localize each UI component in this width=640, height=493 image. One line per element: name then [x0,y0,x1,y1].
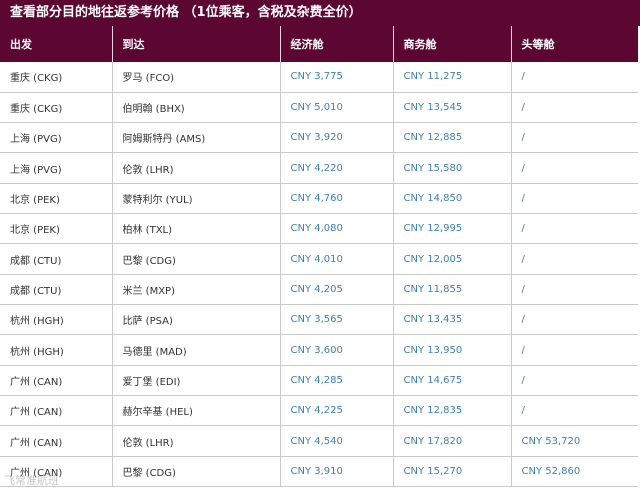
cell-origin: 上海 (PVG) [0,152,113,184]
cell-first: / [511,274,638,306]
cell-business: CNY 14,675 [393,365,512,397]
cell-first: / [511,122,638,154]
cell-origin: 上海 (PVG) [0,122,113,154]
cell-origin: 广州 (CAN) [0,395,113,427]
table-row: 广州 (CAN) 巴黎 (CDG) CNY 3,910 CNY 15,270 CNY 5… [0,456,638,488]
column-header-origin: 出发 [0,26,113,62]
cell-economy: CNY 3,775 [280,62,394,93]
cell-first: / [511,92,638,124]
cell-origin: 重庆 (CKG) [0,62,113,93]
cell-destination: 罗马 (FCO) [112,62,281,93]
cell-business: CNY 13,435 [393,304,512,336]
cell-economy: CNY 3,920 [280,122,394,154]
cell-destination: 伦敦 (LHR) [112,425,281,457]
cell-first: / [511,395,638,427]
cell-first: / [511,152,638,184]
cell-economy: CNY 4,285 [280,365,394,397]
cell-business: CNY 13,950 [393,334,512,366]
cell-first: / [511,62,638,93]
table-row: 北京 (PEK) 蒙特利尔 (YUL) CNY 4,760 CNY 14,850/ [0,183,638,215]
cell-destination: 巴黎 (CDG) [112,456,281,488]
table-header-row: 出发 到达 经济舱 商务舱 头等舱 [0,26,638,62]
cell-business: CNY 12,995 [393,213,512,245]
cell-origin: 广州 (CAN) [0,425,113,457]
cell-first: / [511,213,638,245]
cell-origin: 杭州 (HGH) [0,304,113,336]
page-title: 查看部分目的地往返参考价格 （1位乘客，含税及杂费全价） [0,0,640,26]
cell-business: CNY 12,885 [393,122,512,154]
cell-economy: CNY 4,220 [280,152,394,184]
cell-first: / [511,365,638,397]
table-row: 成都 (CTU) 巴黎 (CDG) CNY 4,010 CNY 12,005/ [0,243,638,275]
cell-economy: CNY 4,010 [280,243,394,275]
table-row: 广州 (CAN) 赫尔辛基 (HEL) CNY 4,225 CNY 12,835/ [0,395,638,427]
cell-business: CNY 12,835 [393,395,512,427]
cell-destination: 伦敦 (LHR) [112,152,281,184]
cell-business: CNY 15,580 [393,152,512,184]
cell-origin: 杭州 (HGH) [0,334,113,366]
cell-destination: 巴黎 (CDG) [112,243,281,275]
cell-business: CNY 17,820 [393,425,512,457]
cell-destination: 阿姆斯特丹 (AMS) [112,122,281,154]
cell-business: CNY 13,545 [393,92,512,124]
table-row: 上海 (PVG) 伦敦 (LHR) CNY 4,220 CNY 15,580/ [0,152,638,184]
cell-origin: 北京 (PEK) [0,213,113,245]
cell-economy: CNY 3,565 [280,304,394,336]
cell-economy: CNY 3,600 [280,334,394,366]
table-row: 上海 (PVG) 阿姆斯特丹 (AMS) CNY 3,920 CNY 12,885/ [0,122,638,154]
cell-destination: 伯明翰 (BHX) [112,92,281,124]
table-row: 广州 (CAN) 爱丁堡 (EDI) CNY 4,285 CNY 14,675/ [0,365,638,397]
cell-destination: 柏林 (TXL) [112,213,281,245]
cell-destination: 比萨 (PSA) [112,304,281,336]
column-header-first: 头等舱 [511,26,638,62]
cell-first: / [511,183,638,215]
cell-destination: 马德里 (MAD) [112,334,281,366]
cell-business: CNY 14,850 [393,183,512,215]
cell-first: CNY 52,860 [511,456,638,488]
watermark: 飞常准航班 [4,474,59,487]
table-row: 杭州 (HGH) 马德里 (MAD) CNY 3,600 CNY 13,950/ [0,334,638,366]
table-row: 广州 (CAN) 伦敦 (LHR) CNY 4,540 CNY 17,820 CNY 5… [0,425,638,457]
cell-economy: CNY 4,205 [280,274,394,306]
cell-business: CNY 11,275 [393,62,512,93]
cell-business: CNY 15,270 [393,456,512,488]
cell-destination: 赫尔辛基 (HEL) [112,395,281,427]
cell-first: / [511,304,638,336]
table-row: 重庆 (CKG) 罗马 (FCO) CNY 3,775 CNY 11,275/ [0,62,638,93]
cell-economy: CNY 4,080 [280,213,394,245]
cell-economy: CNY 5,010 [280,92,394,124]
cell-origin: 重庆 (CKG) [0,92,113,124]
cell-business: CNY 11,855 [393,274,512,306]
table-row: 成都 (CTU) 米兰 (MXP) CNY 4,205 CNY 11,855/ [0,274,638,306]
cell-economy: CNY 3,910 [280,456,394,488]
fare-table: 出发 到达 经济舱 商务舱 头等舱 重庆 (CKG) 罗马 (FCO) CNY 3,… [0,26,638,488]
cell-first: / [511,334,638,366]
column-header-business: 商务舱 [393,26,512,62]
cell-origin: 北京 (PEK) [0,183,113,215]
column-header-destination: 到达 [112,26,281,62]
cell-destination: 爱丁堡 (EDI) [112,365,281,397]
cell-business: CNY 12,005 [393,243,512,275]
cell-economy: CNY 4,540 [280,425,394,457]
column-header-economy: 经济舱 [280,26,394,62]
cell-origin: 广州 (CAN) [0,365,113,397]
table-row: 杭州 (HGH) 比萨 (PSA) CNY 3,565 CNY 13,435/ [0,304,638,336]
cell-economy: CNY 4,760 [280,183,394,215]
cell-first: / [511,243,638,275]
cell-first: CNY 53,720 [511,425,638,457]
cell-economy: CNY 4,225 [280,395,394,427]
table-row: 北京 (PEK) 柏林 (TXL) CNY 4,080 CNY 12,995/ [0,213,638,245]
cell-destination: 米兰 (MXP) [112,274,281,306]
cell-origin: 成都 (CTU) [0,243,113,275]
table-row: 重庆 (CKG) 伯明翰 (BHX) CNY 5,010 CNY 13,545/ [0,92,638,124]
cell-origin: 成都 (CTU) [0,274,113,306]
cell-destination: 蒙特利尔 (YUL) [112,183,281,215]
